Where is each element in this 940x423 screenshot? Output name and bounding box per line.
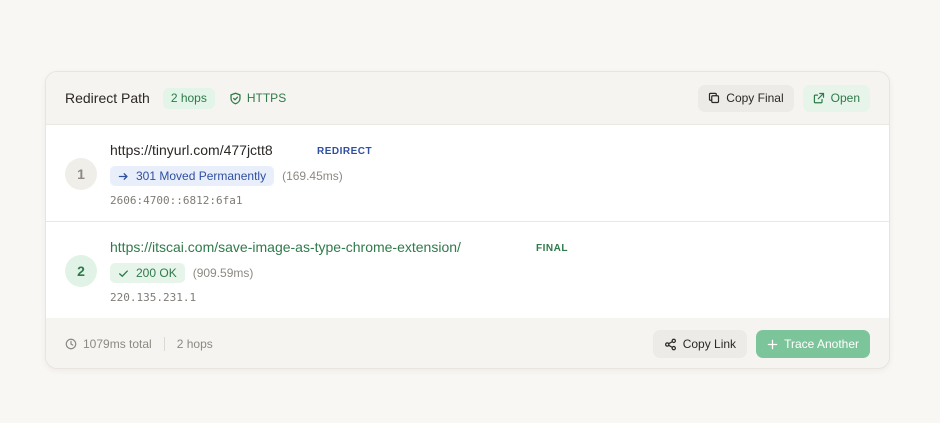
plus-icon — [767, 339, 778, 350]
shield-icon — [229, 92, 242, 105]
trace-another-button[interactable]: Trace Another — [756, 330, 870, 358]
open-label: Open — [830, 91, 860, 105]
hop-row: 1 https://tinyurl.com/477jctt8 REDIRECT … — [46, 125, 889, 222]
https-badge: HTTPS — [229, 91, 286, 105]
external-link-icon — [813, 92, 825, 104]
hop-row: 2 https://itscai.com/save-image-as-type-… — [46, 222, 889, 319]
hop-url[interactable]: https://tinyurl.com/477jctt8 — [110, 142, 273, 158]
hop-number: 1 — [65, 158, 97, 190]
redirect-path-card: Redirect Path 2 hops HTTPS Copy Final Op… — [45, 71, 890, 369]
open-button[interactable]: Open — [802, 84, 870, 112]
hop-url[interactable]: https://itscai.com/save-image-as-type-ch… — [110, 239, 461, 255]
trace-another-label: Trace Another — [784, 337, 859, 351]
hop-number: 2 — [65, 255, 97, 287]
copy-icon — [708, 92, 720, 104]
hop-timing: (169.45ms) — [282, 169, 343, 183]
card-title: Redirect Path — [65, 90, 150, 106]
copy-final-button[interactable]: Copy Final — [698, 84, 794, 112]
copy-link-button[interactable]: Copy Link — [652, 330, 748, 358]
copy-link-label: Copy Link — [682, 337, 737, 351]
hops-badge: 2 hops — [162, 87, 215, 109]
hops-count: 2 hops — [176, 337, 213, 351]
status-text: 301 Moved Permanently — [136, 169, 267, 183]
share-icon — [664, 338, 677, 351]
copy-final-label: Copy Final — [726, 91, 784, 105]
arrow-right-icon — [118, 171, 129, 182]
hop-ip: 220.135.231.1 — [110, 291, 197, 304]
status-text: 200 OK — [136, 266, 177, 280]
status-badge: 301 Moved Permanently — [110, 166, 275, 186]
total-time-label: 1079ms total — [83, 337, 152, 351]
status-badge: 200 OK — [110, 263, 185, 283]
hop-status: 200 OK (909.59ms) — [110, 263, 253, 283]
hop-timing: (909.59ms) — [192, 266, 254, 280]
total-time: 1079ms total — [65, 337, 152, 351]
hop-status: 301 Moved Permanently (169.45ms) — [110, 166, 343, 186]
card-header: Redirect Path 2 hops HTTPS Copy Final Op… — [46, 72, 889, 125]
card-footer: 1079ms total 2 hops Copy Link Trace Anot… — [46, 318, 889, 368]
footer-divider — [163, 337, 165, 351]
https-label: HTTPS — [246, 91, 287, 105]
check-icon — [118, 268, 129, 279]
clock-icon — [65, 338, 77, 350]
hop-ip: 2606:4700::6812:6fa1 — [110, 194, 243, 207]
final-tag: FINAL — [536, 243, 568, 254]
redirect-tag: REDIRECT — [317, 146, 373, 157]
